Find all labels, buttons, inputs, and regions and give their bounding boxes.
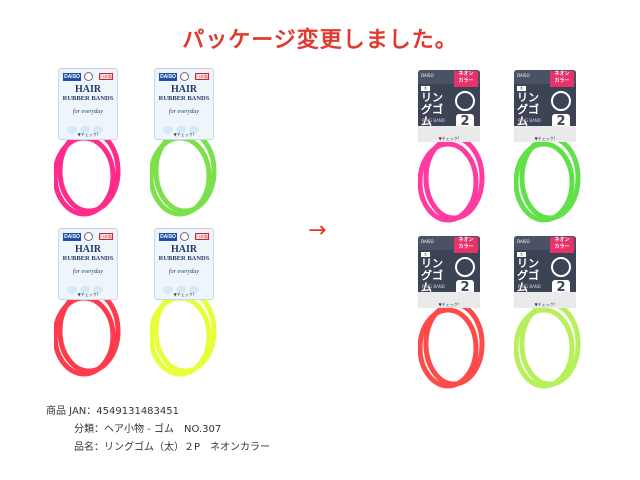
- jan-label: 商品 JAN：: [46, 406, 97, 417]
- check-label: ▼チェック!: [173, 292, 195, 297]
- tagline: for everyday: [72, 109, 104, 115]
- title-line2: RUBBER BANDS: [62, 255, 114, 262]
- name-label: 品名：: [74, 442, 104, 453]
- old-card: DAISO 日本製 HAIR RUBBER BANDS for everyday…: [58, 68, 118, 140]
- made-in-badge: 日本製: [99, 233, 113, 240]
- band-label: RING BAND: [422, 118, 445, 123]
- title-line1: HAIR: [74, 84, 102, 95]
- brand-badge: DAISO: [159, 233, 177, 241]
- check-label: ▼チェック!: [438, 302, 460, 307]
- headline: パッケージ変更しました。: [182, 28, 458, 53]
- band-label: RING BAND: [422, 284, 445, 289]
- made-in-badge: 日本製: [99, 73, 113, 80]
- title-line2: RUBBER BANDS: [158, 255, 210, 262]
- brand-badge: DAISO: [159, 73, 177, 81]
- made-in-badge: 日本製: [195, 233, 209, 240]
- title-line1: HAIR: [170, 244, 198, 255]
- band-label: RING BAND: [518, 284, 541, 289]
- hang-hole: [84, 232, 93, 241]
- check-label: ▼チェック!: [173, 132, 195, 137]
- old-package-pink: DAISO 日本製 HAIR RUBBER BANDS for everyday…: [54, 68, 124, 218]
- dots: [67, 119, 111, 134]
- new-package-green: DAISO ネオンカラー 太 リングゴム RING BAND 2PCS ▼チェッ…: [514, 70, 584, 230]
- new-package-pink: DAISO ネオンカラー 太 リングゴム RING BAND 2PCS ▼チェッ…: [418, 70, 488, 230]
- gauge-icon: [455, 91, 475, 111]
- old-package-green: DAISO 日本製 HAIR RUBBER BANDS for everyday…: [150, 68, 220, 218]
- tagline: for everyday: [72, 269, 104, 275]
- title-line1: HAIR: [74, 244, 102, 255]
- name-value: リングゴム（太）２P ネオンカラー: [104, 442, 271, 453]
- check-label: ▼チェック!: [77, 292, 99, 297]
- dots: [67, 279, 111, 294]
- category-value: ヘア小物 - ゴム NO.307: [104, 424, 222, 435]
- check-label: ▼チェック!: [77, 132, 99, 137]
- new-package-lime: DAISO ネオンカラー 太 リングゴム RING BAND 2PCS ▼チェッ…: [514, 236, 584, 396]
- new-package-red: DAISO ネオンカラー 太 リングゴム RING BAND 2PCS ▼チェッ…: [418, 236, 488, 396]
- tagline: for everyday: [168, 269, 200, 275]
- gauge-icon: [551, 91, 571, 111]
- brand-badge: DAISO: [63, 73, 81, 81]
- new-card: DAISO ネオンカラー 太 リングゴム RING BAND 2PCS ▼チェッ…: [514, 70, 576, 142]
- gauge-icon: [455, 257, 475, 277]
- check-label: ▼チェック!: [534, 136, 556, 141]
- old-card: DAISO 日本製 HAIR RUBBER BANDS for everyday…: [154, 68, 214, 140]
- band-label: RING BAND: [518, 118, 541, 123]
- tagline: for everyday: [168, 109, 200, 115]
- brand-label: DAISO: [421, 73, 434, 78]
- hang-hole: [180, 232, 189, 241]
- brand-label: DAISO: [517, 73, 530, 78]
- neon-badge: ネオン カラー: [454, 71, 478, 87]
- brand-label: DAISO: [421, 239, 434, 244]
- category-label: 分類：: [74, 424, 104, 435]
- check-label: ▼チェック!: [438, 136, 460, 141]
- arrow-icon: →: [308, 218, 327, 243]
- new-card: DAISO ネオンカラー 太 リングゴム RING BAND 2PCS ▼チェッ…: [418, 236, 480, 308]
- old-card: DAISO 日本製 HAIR RUBBER BANDS for everyday…: [154, 228, 214, 300]
- hang-hole: [84, 72, 93, 81]
- jan-value: 4549131483451: [96, 406, 179, 417]
- hang-hole: [180, 72, 189, 81]
- gauge-icon: [551, 257, 571, 277]
- brand-badge: DAISO: [63, 233, 81, 241]
- old-card: DAISO 日本製 HAIR RUBBER BANDS for everyday…: [58, 228, 118, 300]
- dots: [163, 119, 207, 134]
- check-label: ▼チェック!: [534, 302, 556, 307]
- new-card: DAISO ネオンカラー 太 リングゴム RING BAND 2PCS ▼チェッ…: [418, 70, 480, 142]
- title-line1: HAIR: [170, 84, 198, 95]
- title-line2: RUBBER BANDS: [62, 95, 114, 102]
- new-card: DAISO ネオンカラー 太 リングゴム RING BAND 2PCS ▼チェッ…: [514, 236, 576, 308]
- dots: [163, 279, 207, 294]
- made-in-badge: 日本製: [195, 73, 209, 80]
- info-category: 分類：ヘア小物 - ゴム NO.307: [74, 420, 221, 435]
- old-package-red: DAISO 日本製 HAIR RUBBER BANDS for everyday…: [54, 228, 124, 378]
- old-package-yellow: DAISO 日本製 HAIR RUBBER BANDS for everyday…: [150, 228, 220, 378]
- neon-badge: ネオン カラー: [550, 71, 574, 87]
- info-name: 品名：リングゴム（太）２P ネオンカラー: [74, 438, 270, 453]
- neon-badge: ネオン カラー: [454, 237, 478, 253]
- title-line2: RUBBER BANDS: [158, 95, 210, 102]
- neon-badge: ネオン カラー: [550, 237, 574, 253]
- info-jan: 商品 JAN：4549131483451: [46, 402, 179, 417]
- brand-label: DAISO: [517, 239, 530, 244]
